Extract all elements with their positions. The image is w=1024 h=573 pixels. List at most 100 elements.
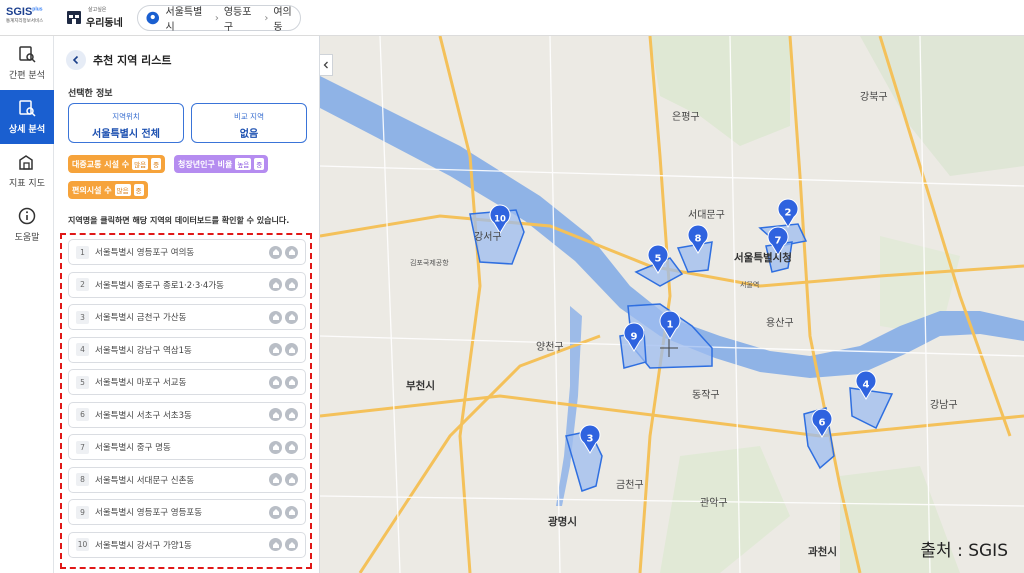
recommendation-panel: 추천 지역 리스트 선택한 정보 지역위치 서울특별시 전체 비교 지역 없음 … <box>54 36 320 573</box>
location-dong[interactable]: 여의동 <box>273 3 300 33</box>
map-label-seoul-station: 서울역 <box>740 281 760 289</box>
house-icon[interactable] <box>269 278 282 291</box>
logo-subtitle: 통계지리정보서비스 <box>6 19 44 24</box>
map-label-gwanak: 관악구 <box>700 498 728 509</box>
indicator-chip-convenience[interactable]: 편의시설 수 많음 중 <box>68 181 148 199</box>
building-icon[interactable] <box>285 408 298 421</box>
building-icon[interactable] <box>285 440 298 454</box>
building-icon[interactable] <box>285 310 298 324</box>
map-label-yangcheon: 양천구 <box>536 342 564 353</box>
nav-simple-analysis[interactable]: 간편 분석 <box>0 36 54 90</box>
mountain-area <box>860 36 1024 176</box>
marker-label: 7 <box>775 236 782 247</box>
region-name: 서울특별시 서초구 서초3동 <box>95 410 192 421</box>
region-4[interactable] <box>849 387 894 430</box>
building-icon[interactable] <box>285 538 298 551</box>
building-icon[interactable] <box>285 375 298 389</box>
rank-number: 7 <box>76 440 89 454</box>
nav-help[interactable]: 도움말 <box>0 198 54 252</box>
region-name: 서울특별시 중구 명동 <box>95 443 171 453</box>
marker-label: 2 <box>785 208 792 219</box>
indicator-chip-transit[interactable]: 대중교통 시설 수 많음 중 <box>68 155 166 173</box>
building-icon[interactable] <box>285 473 298 486</box>
region-value: 서울특별시 전체 <box>92 129 160 140</box>
chip-label: 편의시설 수 <box>72 185 112 195</box>
map-label-gimpo-airport: 김포국제공항 <box>410 259 449 267</box>
rank-number: 5 <box>76 375 89 389</box>
house-icon[interactable] <box>269 343 282 356</box>
map-label-gangbuk: 강북구 <box>860 92 888 103</box>
region-name: 서울특별시 종로구 종로1·2·3·4가동 <box>95 280 224 291</box>
rank-number: 1 <box>76 245 89 259</box>
list-item[interactable]: 8 서울특별시 서대문구 신촌동 <box>68 466 306 493</box>
list-hint: 지역명을 클릭하면 해당 지역의 데이터보드를 확인할 수 있습니다. <box>68 216 290 225</box>
location-sido[interactable]: 서울특별시 <box>166 3 210 33</box>
building-icon[interactable] <box>285 245 298 259</box>
house-icon[interactable] <box>269 505 282 519</box>
rank-number: 10 <box>76 538 89 551</box>
region-name: 서울특별시 금천구 가산동 <box>95 313 187 323</box>
sgis-logo[interactable]: SGISplus 통계지리정보서비스 <box>6 6 50 30</box>
list-item[interactable]: 5 서울특별시 마포구 서교동 <box>68 369 306 395</box>
compare-key: 비교 지역 <box>234 112 264 121</box>
region-marker-2[interactable]: 2 <box>777 198 799 228</box>
list-item[interactable]: 9 서울특별시 영등포구 영등포동 <box>68 499 306 525</box>
region-box[interactable]: 지역위치 서울특별시 전체 <box>68 103 184 143</box>
map-label-eunpyeong: 은평구 <box>672 112 700 123</box>
house-icon[interactable] <box>269 310 282 324</box>
house-icon[interactable] <box>269 440 282 454</box>
arrow-left-icon <box>72 55 79 65</box>
panel-title: 추천 지역 리스트 <box>93 54 172 67</box>
back-button[interactable] <box>66 50 86 70</box>
building-icon[interactable] <box>285 278 298 291</box>
marker-label: 5 <box>655 254 662 265</box>
building-icon[interactable] <box>285 343 298 356</box>
indicator-chip-young-adult[interactable]: 청장년인구 비율 높음 중 <box>174 155 269 173</box>
marker-label: 9 <box>631 332 638 343</box>
nav-detail-analysis[interactable]: 상세 분석 <box>0 90 54 144</box>
panel-header: 추천 지역 리스트 <box>66 50 172 70</box>
list-item[interactable]: 3 서울특별시 금천구 가산동 <box>68 304 306 330</box>
chip-tag: 많음 <box>132 158 149 170</box>
house-icon[interactable] <box>269 375 282 389</box>
list-item[interactable]: 7 서울특별시 중구 명동 <box>68 434 306 460</box>
map-label-geumcheon: 금천구 <box>616 480 644 491</box>
house-icon[interactable] <box>269 538 282 551</box>
list-item[interactable]: 4 서울특별시 강남구 역삼1동 <box>68 336 306 363</box>
map-label-dongjak: 동작구 <box>692 390 720 401</box>
list-item[interactable]: 10 서울특별시 강서구 가양1동 <box>68 531 306 558</box>
nav-indicator-map[interactable]: 지표 지도 <box>0 144 54 198</box>
region-name: 서울특별시 서대문구 신촌동 <box>95 475 195 486</box>
house-icon[interactable] <box>269 473 282 486</box>
compare-box[interactable]: 비교 지역 없음 <box>191 103 307 143</box>
chip-tag: 중 <box>151 158 162 170</box>
nav-label: 지표 지도 <box>9 179 45 189</box>
region-name: 서울특별시 마포구 서교동 <box>95 378 187 388</box>
region-name: 서울특별시 강서구 가양1동 <box>95 540 192 551</box>
location-sigungu[interactable]: 영등포구 <box>224 3 260 33</box>
rank-number: 9 <box>76 505 89 519</box>
left-navigation: 간편 분석 상세 분석 지표 지도 도움말 <box>0 36 54 573</box>
rank-number: 3 <box>76 310 89 324</box>
region-name: 서울특별시 강남구 역삼1동 <box>95 345 192 356</box>
mountain-area <box>660 446 790 573</box>
house-icon[interactable] <box>269 245 282 259</box>
indicator-map-icon <box>19 155 33 170</box>
top-header: SGISplus 통계지리정보서비스 살고싶은 우리동네 서울특별시 › 영등포… <box>0 0 1024 36</box>
collapse-panel-button[interactable] <box>320 54 333 76</box>
nav-label: 상세 분석 <box>8 125 46 135</box>
map-label-gwangmyeong: 광명시 <box>548 516 577 528</box>
list-item[interactable]: 1 서울특별시 영등포구 여의동 <box>68 239 306 265</box>
region-name: 서울특별시 영등포구 영등포동 <box>95 508 203 518</box>
list-item[interactable]: 6 서울특별시 서초구 서초3동 <box>68 401 306 428</box>
map-label-yongsan: 용산구 <box>766 318 794 329</box>
rank-number: 6 <box>76 408 89 421</box>
map-view[interactable]: 1 2 3 4 5 6 7 8 9 10 강서구 부천시 서울특별시청 광명시 과천시 은평구 서… <box>320 36 1024 573</box>
building-icon[interactable] <box>285 505 298 519</box>
marker-label: 4 <box>863 380 870 391</box>
region-key: 지역위치 <box>112 112 140 121</box>
location-selector[interactable]: 서울특별시 › 영등포구 › 여의동 <box>137 3 301 33</box>
house-icon[interactable] <box>269 408 282 421</box>
list-item[interactable]: 2 서울특별시 종로구 종로1·2·3·4가동 <box>68 271 306 298</box>
service-brand[interactable]: 살고싶은 우리동네 <box>66 4 123 32</box>
